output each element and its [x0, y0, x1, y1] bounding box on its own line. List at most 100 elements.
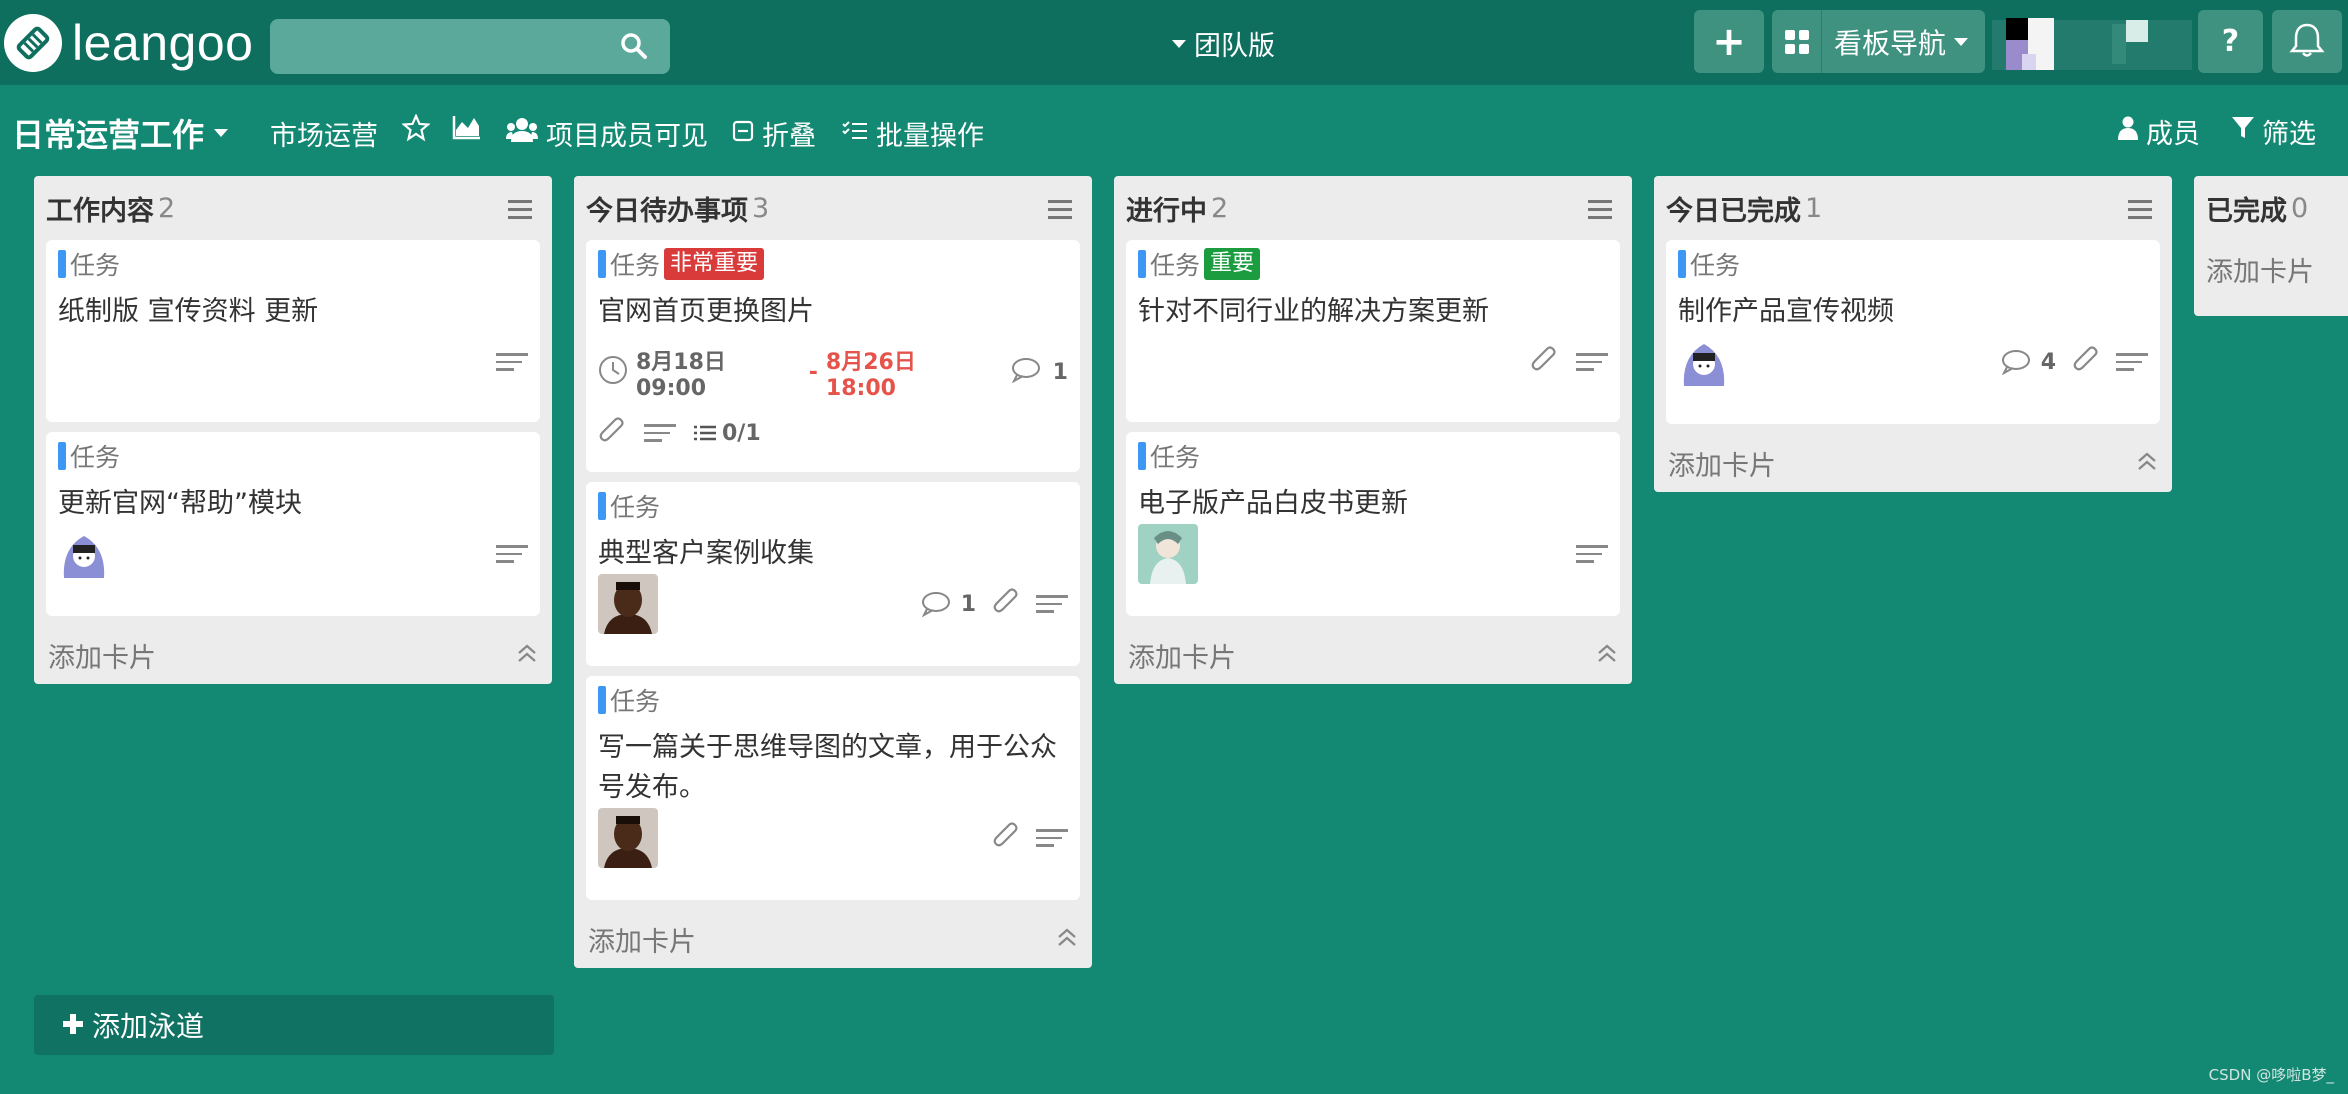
- list-title[interactable]: 今日已完成: [1666, 189, 1801, 228]
- type-bar: [58, 442, 66, 470]
- list-title[interactable]: 已完成: [2206, 189, 2287, 228]
- card-type-label: 任务: [610, 687, 661, 716]
- card[interactable]: 任务 写一篇关于思维导图的文章，用于公众号发布。: [586, 676, 1080, 900]
- list-title[interactable]: 今日待办事项: [586, 189, 748, 228]
- list-title[interactable]: 工作内容: [46, 189, 154, 228]
- card-footer: [58, 332, 528, 392]
- visibility-label: 项目成员可见: [546, 121, 708, 152]
- card-type: 任务: [1138, 440, 1608, 472]
- comments-meta: 1: [921, 591, 976, 617]
- team-switch[interactable]: 团队版: [1172, 24, 1275, 63]
- avatar[interactable]: [1138, 524, 1198, 584]
- filter-label: 筛选: [2262, 119, 2316, 150]
- attachment-icon: [598, 415, 626, 451]
- card-type-label: 任务: [70, 443, 121, 472]
- description-icon: [1576, 348, 1608, 376]
- list-work-content: 工作内容 2 任务 纸制版 宣传资料 更新 任务 更新官网“帮助”模块 添加卡片: [34, 176, 552, 684]
- add-card-button[interactable]: 添加卡片: [1114, 626, 1632, 684]
- add-lane-button[interactable]: 添加泳道: [34, 995, 554, 1055]
- board-nav-label: 看板导航: [1834, 26, 1947, 60]
- card-type: 任务: [1678, 248, 2148, 280]
- batch-label: 批量操作: [876, 121, 984, 152]
- list-menu-icon[interactable]: [2128, 200, 2152, 224]
- card-title: 针对不同行业的解决方案更新: [1138, 296, 1489, 327]
- add-button[interactable]: +: [1694, 10, 1764, 73]
- due-date: 8月26日 18:00: [825, 350, 916, 401]
- avatar[interactable]: [58, 528, 110, 580]
- star-icon[interactable]: [402, 114, 430, 142]
- collapse-up-icon[interactable]: [2136, 448, 2158, 479]
- visibility-button[interactable]: 项目成员可见: [506, 114, 708, 153]
- caret-down-icon: [1172, 39, 1186, 48]
- add-card-button[interactable]: 添加卡片: [2194, 240, 2348, 298]
- collapse-up-icon[interactable]: [1056, 924, 1078, 955]
- add-label: +: [1712, 18, 1746, 65]
- search-icon[interactable]: [620, 32, 648, 64]
- watermark: CSDN @哆啦B梦_: [2208, 1066, 2334, 1084]
- card-footer: [1138, 332, 1608, 392]
- logo-icon: [4, 14, 62, 72]
- list-menu-icon[interactable]: [508, 200, 532, 224]
- list-count: 2: [1211, 192, 1229, 224]
- filter-button[interactable]: 筛选: [2232, 112, 2316, 151]
- card[interactable]: 任务 更新官网“帮助”模块: [46, 432, 540, 616]
- list-menu-icon[interactable]: [1588, 200, 1612, 224]
- checklist-count: 0/1: [722, 420, 761, 446]
- comment-count: 1: [1052, 360, 1068, 385]
- notification-button[interactable]: [2272, 10, 2342, 73]
- card[interactable]: 任务 纸制版 宣传资料 更新: [46, 240, 540, 422]
- logo[interactable]: leangoo: [4, 14, 253, 72]
- collapse-label: 折叠: [762, 121, 816, 152]
- type-bar: [598, 686, 606, 714]
- comments-meta: 4: [2001, 349, 2056, 375]
- add-card-label: 添加卡片: [588, 926, 696, 958]
- chart-icon[interactable]: [452, 114, 482, 140]
- help-button[interactable]: ?: [2198, 10, 2263, 73]
- add-card-button[interactable]: 添加卡片: [574, 910, 1092, 968]
- card-footer: 4: [1678, 332, 2148, 392]
- avatar[interactable]: [1678, 336, 1730, 388]
- project-link[interactable]: 市场运营: [270, 114, 378, 153]
- card[interactable]: 任务 非常重要 官网首页更换图片 8月18日 09:00 - 8月26日 18:…: [586, 240, 1080, 472]
- plus-icon: [62, 1009, 84, 1042]
- card-type-label: 任务: [1150, 443, 1201, 472]
- card-type-label: 任务: [70, 251, 121, 280]
- list-title[interactable]: 进行中: [1126, 189, 1207, 228]
- card[interactable]: 任务 电子版产品白皮书更新: [1126, 432, 1620, 616]
- collapse-button[interactable]: 折叠: [732, 114, 816, 153]
- members-button[interactable]: 成员: [2118, 112, 2200, 151]
- avatar[interactable]: [598, 808, 658, 868]
- card-type: 任务: [598, 684, 1068, 716]
- list-count: 1: [1805, 192, 1823, 224]
- search-input[interactable]: [270, 19, 670, 74]
- list-count: 0: [2291, 192, 2309, 224]
- filter-icon: [2232, 116, 2254, 147]
- add-card-button[interactable]: 添加卡片: [1654, 434, 2172, 492]
- card-title: 纸制版 宣传资料 更新: [58, 296, 319, 327]
- card[interactable]: 任务 重要 针对不同行业的解决方案更新: [1126, 240, 1620, 422]
- card-footer: [1138, 524, 1608, 584]
- user-avatar-blurred[interactable]: [1992, 14, 2192, 74]
- board-title[interactable]: 日常运营工作: [12, 110, 229, 156]
- list-menu-icon[interactable]: [1048, 200, 1072, 224]
- card-type: 任务: [58, 248, 528, 280]
- card-type: 任务: [58, 440, 528, 472]
- card-dates: 8月18日 09:00 - 8月26日 18:00 1: [598, 344, 1068, 401]
- description-icon: [1036, 590, 1068, 618]
- card[interactable]: 任务 典型客户案例收集 1: [586, 482, 1080, 666]
- collapse-up-icon[interactable]: [1596, 640, 1618, 671]
- add-card-button[interactable]: 添加卡片: [34, 626, 552, 684]
- type-bar: [598, 492, 606, 520]
- card[interactable]: 任务 制作产品宣传视频 4: [1666, 240, 2160, 424]
- list-in-progress: 进行中 2 任务 重要 针对不同行业的解决方案更新 任务 电子版产品白皮书更新 …: [1114, 176, 1632, 684]
- checklist-icon: [842, 118, 868, 149]
- collapse-up-icon[interactable]: [516, 640, 538, 671]
- board-nav-button[interactable]: 看板导航: [1772, 10, 1985, 73]
- checklist-meta: 0/1: [694, 421, 761, 446]
- members-label: 成员: [2146, 119, 2200, 150]
- avatar[interactable]: [598, 574, 658, 634]
- clock-icon: [598, 355, 628, 391]
- card-type-label: 任务: [1150, 251, 1201, 280]
- user-icon: [2118, 116, 2138, 147]
- batch-button[interactable]: 批量操作: [842, 114, 984, 153]
